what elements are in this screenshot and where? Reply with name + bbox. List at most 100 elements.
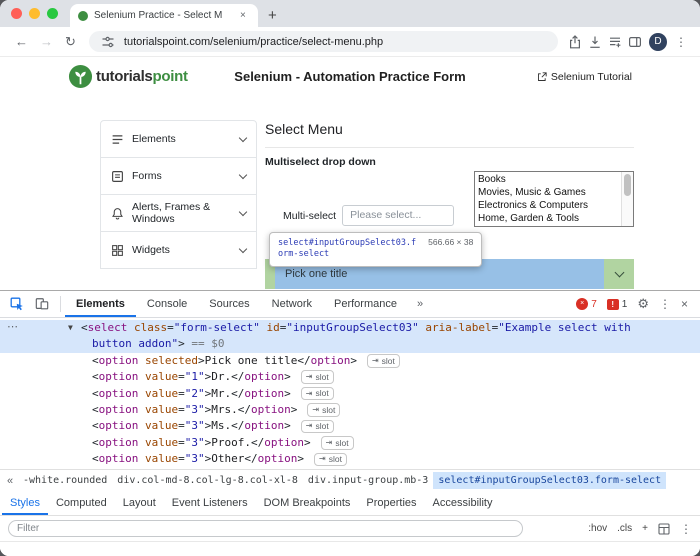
slot-icon: ⇥ [319, 455, 326, 463]
subtab-dom-breakpoints[interactable]: DOM Breakpoints [256, 491, 359, 515]
inspect-element-icon[interactable] [5, 292, 29, 316]
multiselect-dropdown[interactable]: Please select... [342, 205, 454, 226]
breadcrumb-item[interactable]: div.col-md-8.col-lg-8.col-xl-8 [112, 472, 303, 489]
slot-badge[interactable]: ⇥slot [301, 420, 334, 434]
devtools-tabbar: ElementsConsoleSourcesNetworkPerformance… [0, 291, 700, 318]
sidebar-item-elements[interactable]: Elements [100, 120, 257, 158]
console-errors-badge[interactable]: × 7 [576, 298, 597, 310]
styles-filter-input[interactable] [8, 520, 523, 537]
sidebar-item-widgets[interactable]: Widgets [100, 231, 257, 269]
highlight-padding-right [604, 259, 634, 289]
profile-avatar[interactable]: D [649, 33, 667, 51]
toggle-hov[interactable]: :hov [588, 523, 607, 534]
slot-badge[interactable]: ⇥slot [307, 403, 340, 417]
new-tab-button[interactable]: + [268, 8, 277, 23]
subtab-layout[interactable]: Layout [115, 491, 164, 515]
slot-badge[interactable]: ⇥slot [321, 436, 354, 450]
dom-tree-node[interactable]: <option selected>Pick one title</option>… [0, 353, 700, 369]
listbox-scrollbar[interactable] [621, 172, 633, 226]
download-icon[interactable] [585, 32, 605, 52]
selenium-tutorial-link[interactable]: Selenium Tutorial [480, 71, 632, 83]
breadcrumb-item[interactable]: select#inputGroupSelect03.form-select [433, 472, 666, 489]
window-controls [0, 0, 70, 27]
share-icon[interactable] [565, 32, 585, 52]
settings-gear-icon[interactable]: ⚙ [637, 297, 649, 312]
dom-tree-node[interactable]: <option value="3">Mrs.</option>⇥slot [0, 402, 700, 418]
devtools-close-icon[interactable]: × [681, 297, 688, 311]
listbox-option[interactable]: Electronics & Computers [475, 199, 621, 212]
sidebar-item-alerts-frames-windows[interactable]: Alerts, Frames & Windows [100, 194, 257, 232]
category-listbox[interactable]: BooksMovies, Music & GamesElectronics & … [474, 171, 634, 227]
reading-list-icon[interactable] [605, 32, 625, 52]
subtab-properties[interactable]: Properties [358, 491, 424, 515]
chevron-down-icon [239, 170, 247, 178]
browser-menu-icon[interactable]: ⋮ [671, 35, 691, 49]
devtools-tab-console[interactable]: Console [136, 291, 198, 317]
forward-button[interactable]: → [34, 34, 59, 49]
content-row: ElementsForms Alerts, Frames & Windows Wid… [0, 120, 700, 289]
devtools-menu-icon[interactable]: ⋮ [659, 297, 671, 311]
devtools-tab-elements[interactable]: Elements [65, 291, 136, 317]
subtab-styles[interactable]: Styles [2, 491, 48, 515]
slot-badge[interactable]: ⇥slot [314, 453, 347, 467]
tooltip-dimensions: 566.66 × 38 [428, 237, 473, 247]
dom-tree-node[interactable]: <option value="2">Mr.</option>⇥slot [0, 386, 700, 402]
multiselect-label: Multi-select [283, 210, 336, 222]
window-zoom-button[interactable] [47, 8, 58, 19]
styles-more-icon[interactable]: ⋮ [680, 522, 692, 536]
subtab-computed[interactable]: Computed [48, 491, 115, 515]
address-bar[interactable]: tutorialspoint.com/selenium/practice/sel… [89, 31, 558, 52]
browser-window: Selenium Practice - Select M × + ← → ↻ t… [0, 0, 700, 556]
devtools-tab-performance[interactable]: Performance [323, 291, 408, 317]
site-favicon-icon [78, 11, 88, 21]
listbox-option[interactable]: Books [475, 173, 621, 186]
styles-filter-row: :hov .cls + ⋮ [0, 516, 700, 542]
multiselect-group: Multi-select Please select... [283, 205, 454, 226]
devtools-tab-network[interactable]: Network [261, 291, 323, 317]
styles-subtabs: StylesComputedLayoutEvent ListenersDOM B… [0, 491, 700, 516]
side-panel-icon[interactable] [625, 32, 645, 52]
brand-logo[interactable]: tutorialspoint [68, 64, 220, 89]
toggle-add-rule[interactable]: + [642, 523, 648, 534]
devtools-panel: ElementsConsoleSourcesNetworkPerformance… [0, 290, 700, 556]
header-link-label: Selenium Tutorial [551, 71, 632, 83]
expand-arrow-icon[interactable]: ▼ [68, 320, 81, 336]
device-toolbar-icon[interactable] [30, 292, 54, 316]
breadcrumb-item[interactable]: -white.rounded [18, 472, 112, 489]
devtools-tab-sources[interactable]: Sources [198, 291, 260, 317]
listbox-option[interactable]: Home, Garden & Tools [475, 212, 621, 225]
dom-tree-node[interactable]: <option value="3">Proof.</option>⇥slot [0, 435, 700, 451]
style-toggles: :hov .cls + [588, 523, 648, 534]
sidebar-item-forms[interactable]: Forms [100, 157, 257, 195]
window-close-button[interactable] [11, 8, 22, 19]
back-button[interactable]: ← [9, 34, 34, 49]
subsection-heading: Multiselect drop down [265, 156, 634, 168]
subtab-event-listeners[interactable]: Event Listeners [164, 491, 256, 515]
browser-tab[interactable]: Selenium Practice - Select M × [70, 4, 258, 27]
toggle-cls[interactable]: .cls [617, 523, 632, 534]
sidebar-item-label: Alerts, Frames & Windows [132, 201, 232, 225]
dom-tree-node[interactable]: <option value="3">Ms.</option>⇥slot [0, 418, 700, 434]
dom-tree-node[interactable]: ▼<select class="form-select" id="inputGr… [0, 320, 700, 353]
breadcrumb-item[interactable]: div.input-group.mb-3 [303, 472, 433, 489]
issues-badge[interactable]: ! 1 [607, 299, 628, 310]
reload-button[interactable]: ↻ [59, 34, 82, 50]
window-minimize-button[interactable] [29, 8, 40, 19]
listbox-option[interactable]: Movies, Music & Games [475, 186, 621, 199]
slot-badge[interactable]: ⇥slot [301, 370, 334, 384]
panel-toggle-icon[interactable] [658, 523, 670, 535]
breadcrumb: -white.roundeddiv.col-md-8.col-lg-8.col-… [18, 470, 666, 491]
subtab-accessibility[interactable]: Accessibility [425, 491, 501, 515]
slot-badge[interactable]: ⇥slot [301, 387, 334, 401]
chevron-down-icon [239, 133, 247, 141]
highlighted-select-text: Pick one title [285, 268, 347, 280]
dom-tree-node[interactable]: <option value="1">Dr.</option>⇥slot [0, 369, 700, 385]
sidebar-item-label: Widgets [132, 244, 232, 256]
tab-close-icon[interactable]: × [240, 10, 246, 21]
more-tabs-icon[interactable]: » [408, 291, 432, 317]
tune-icon[interactable] [98, 32, 118, 52]
dom-tree-node[interactable]: <option value="3">Other</option>⇥slot [0, 451, 700, 467]
slot-badge[interactable]: ⇥slot [367, 354, 400, 368]
breadcrumb-scroll-left-icon[interactable]: « [2, 475, 18, 487]
scrollbar-thumb[interactable] [624, 174, 631, 196]
